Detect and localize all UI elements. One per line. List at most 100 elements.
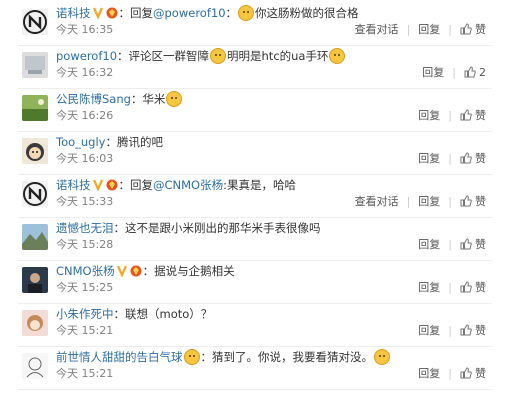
reply-link[interactable]: 回复 (418, 324, 440, 337)
smile-emoji-icon (166, 91, 183, 107)
cat-emoji-icon (329, 48, 346, 64)
comment-body-text: ：华米 (130, 92, 166, 106)
reply-link[interactable]: 回复 (418, 152, 440, 165)
comment-actions: 查看对话 | 回复 | 赞 (355, 23, 486, 39)
comment-actions: 回复 | 2 (422, 66, 486, 82)
like-label: 赞 (475, 195, 486, 208)
thumbs-up-icon (460, 109, 472, 125)
comment-body-text: ：腾讯的吧 (105, 135, 163, 149)
like-button[interactable]: 赞 (460, 152, 486, 165)
separator: | (448, 152, 452, 165)
like-button[interactable]: 2 (464, 66, 486, 79)
comment-body-text: ：联想（moto）？ (113, 307, 213, 321)
like-count: 2 (479, 66, 486, 79)
separator: | (406, 195, 411, 208)
thumbs-up-icon (460, 23, 472, 39)
thumbs-up-icon (460, 281, 472, 297)
like-button[interactable]: 赞 (460, 367, 486, 380)
like-button[interactable]: 赞 (460, 109, 486, 122)
avatar[interactable] (22, 181, 48, 207)
separator: | (448, 367, 452, 380)
mention-link[interactable]: @CNMO张杨 (153, 178, 223, 192)
thumbs-up-icon (460, 152, 472, 168)
username-link[interactable]: 小朱作死中 (56, 307, 114, 321)
username-link[interactable]: Too_ugly (56, 135, 105, 149)
comment-body-text: ：评论区一群智障 (117, 49, 210, 63)
separator: | (448, 281, 452, 294)
username-link[interactable]: 遗憾也无泪 (56, 221, 114, 235)
like-label: 赞 (475, 324, 486, 337)
comment-actions: 回复 | 赞 (418, 152, 486, 168)
thumbs-up-icon (464, 66, 476, 82)
separator: | (448, 324, 452, 337)
comment-actions: 回复 | 赞 (418, 238, 486, 254)
comment-text: 遗憾也无泪：这不是跟小米刚出的那华米手表很像吗 (56, 220, 321, 236)
yawn-emoji-icon (210, 48, 227, 64)
comment-row: powerof10：评论区一群智障 明明是htc的ua手环 今天 16:32 回复 | 2 (18, 45, 492, 89)
comment-body-text: ：回复 (118, 178, 154, 192)
username-link[interactable]: 前世情人甜甜的告白气球 (56, 350, 183, 364)
reply-link[interactable]: 回复 (418, 367, 440, 380)
devil-emoji-icon (183, 349, 200, 365)
username-link[interactable]: CNMO张杨 (56, 264, 115, 278)
comment-row: 公民陈博Sang：华米今天 16:26 回复 | 赞 (18, 88, 492, 132)
verified-badge-icon (92, 6, 119, 23)
view-conversation-link[interactable]: 查看对话 (355, 195, 399, 208)
separator: | (452, 66, 456, 79)
timestamp: 今天 16:26 (56, 109, 114, 122)
reply-link[interactable]: 回复 (422, 66, 444, 79)
verified-badge-icon (92, 178, 119, 195)
comment-text: Too_ugly：腾讯的吧 (56, 134, 163, 150)
timestamp: 今天 16:32 (56, 66, 114, 79)
comment-text: CNMO张杨 ：据说与企鹅相关 (56, 263, 235, 281)
like-button[interactable]: 赞 (460, 23, 486, 36)
like-button[interactable]: 赞 (460, 195, 486, 208)
comment-actions: 回复 | 赞 (418, 109, 486, 125)
comment-body-text: :果真是，哈哈 (223, 178, 296, 192)
avatar[interactable] (22, 95, 48, 121)
reply-link[interactable]: 回复 (418, 23, 440, 36)
comment-actions: 回复 | 赞 (418, 281, 486, 297)
comment-feed: 诺科技 ：回复@powerof10： 你这肠粉做的很合格 今天 16:35 查看对话 | 回… (0, 0, 505, 401)
like-button[interactable]: 赞 (460, 281, 486, 294)
view-conversation-link[interactable]: 查看对话 (355, 23, 399, 36)
like-button[interactable]: 赞 (460, 324, 486, 337)
avatar[interactable] (22, 353, 48, 379)
comment-body-text: ：这不是跟小米刚出的那华米手表很像吗 (113, 221, 321, 235)
separator: | (448, 238, 452, 251)
username-link[interactable]: powerof10 (56, 49, 117, 63)
comment-body-text: ：猜到了。你说，我要看猜对没。 (200, 350, 374, 364)
like-label: 赞 (475, 238, 486, 251)
comment-body-text: ：回复 (118, 6, 154, 20)
comment-row: 遗憾也无泪：这不是跟小米刚出的那华米手表很像吗 今天 15:28 回复 | 赞 (18, 217, 492, 261)
mention-link[interactable]: @powerof10 (153, 6, 226, 20)
timestamp: 今天 15:28 (56, 238, 114, 251)
username-link[interactable]: 诺科技 (56, 6, 91, 20)
comment-actions: 查看对话 | 回复 | 赞 (355, 195, 486, 211)
avatar[interactable] (22, 138, 48, 164)
comment-body-text: 你这肠粉做的很合格 (255, 6, 359, 20)
avatar[interactable] (22, 310, 48, 336)
avatar[interactable] (22, 224, 48, 250)
separator: | (448, 109, 452, 122)
comment-row: 诺科技 ：回复@powerof10： 你这肠粉做的很合格 今天 16:35 查看对话 | 回… (18, 2, 492, 46)
username-link[interactable]: 公民陈博Sang (56, 92, 131, 106)
thumbs-up-icon (460, 238, 472, 254)
like-label: 赞 (475, 367, 486, 380)
avatar[interactable] (22, 9, 48, 35)
comment-text: 诺科技 ：回复@CNMO张杨:果真是，哈哈 (56, 177, 296, 195)
avatar[interactable] (22, 267, 48, 293)
reply-link[interactable]: 回复 (418, 195, 440, 208)
reply-link[interactable]: 回复 (418, 109, 440, 122)
like-label: 赞 (475, 109, 486, 122)
like-button[interactable]: 赞 (460, 238, 486, 251)
username-link[interactable]: 诺科技 (56, 178, 91, 192)
like-label: 赞 (475, 23, 486, 36)
timestamp: 今天 15:21 (56, 324, 114, 337)
separator: | (448, 195, 452, 208)
avatar[interactable] (22, 52, 48, 78)
comment-body-text: ：据说与企鹅相关 (142, 264, 235, 278)
timestamp: 今天 16:03 (56, 152, 114, 165)
reply-link[interactable]: 回复 (418, 281, 440, 294)
reply-link[interactable]: 回复 (418, 238, 440, 251)
